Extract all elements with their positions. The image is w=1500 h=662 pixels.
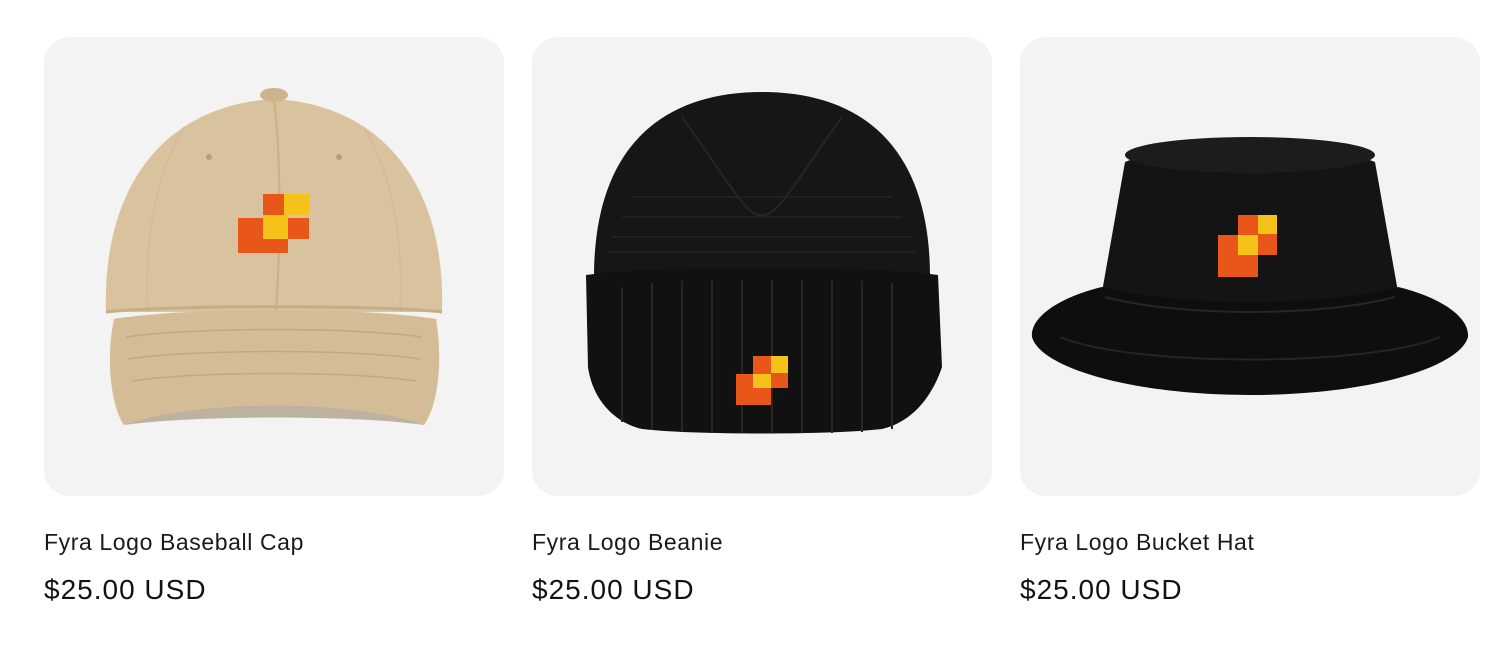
product-card-beanie[interactable]: Fyra Logo Beanie $25.00 USD	[532, 37, 992, 606]
product-title[interactable]: Fyra Logo Beanie	[532, 528, 992, 556]
product-card-bucket-hat[interactable]: Fyra Logo Bucket Hat $25.00 USD	[1020, 37, 1480, 606]
product-image-container[interactable]	[44, 37, 504, 496]
product-grid: Fyra Logo Baseball Cap $25.00 USD Fyra L…	[44, 37, 1480, 606]
product-price: $25.00 USD	[532, 574, 695, 605]
product-title[interactable]: Fyra Logo Bucket Hat	[1020, 528, 1480, 556]
beanie-image	[586, 92, 942, 434]
baseball-cap-image	[105, 88, 443, 425]
product-price: $25.00 USD	[1020, 574, 1183, 605]
product-title[interactable]: Fyra Logo Baseball Cap	[44, 528, 504, 556]
product-image-container[interactable]	[1020, 37, 1480, 496]
product-price: $25.00 USD	[44, 574, 207, 605]
product-image-container[interactable]	[532, 37, 992, 496]
bucket-hat-image	[1031, 137, 1469, 395]
product-card-baseball-cap[interactable]: Fyra Logo Baseball Cap $25.00 USD	[44, 37, 504, 606]
